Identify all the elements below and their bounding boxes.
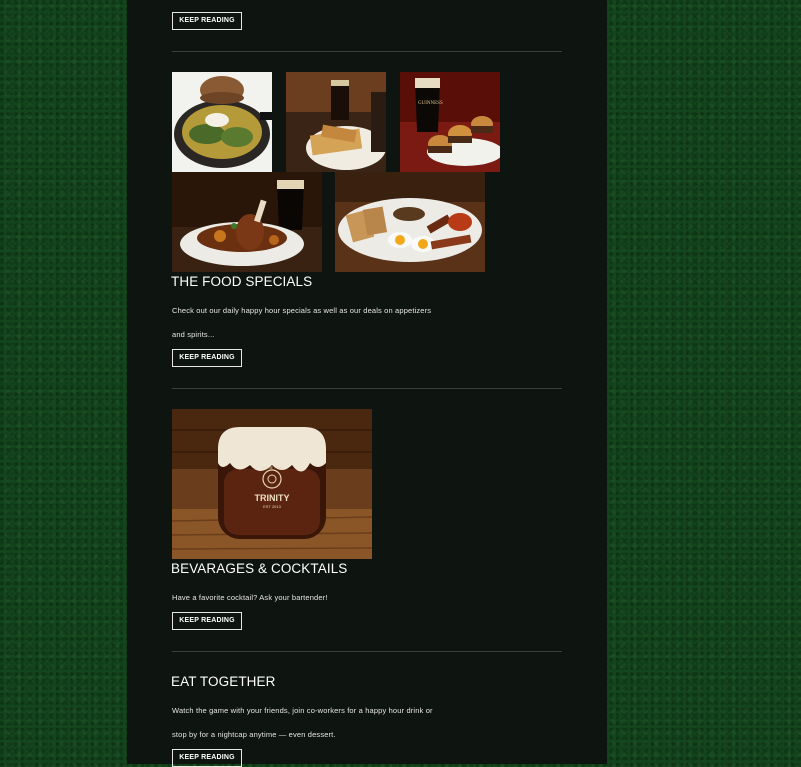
keep-reading-button-beverages[interactable]: KEEP READING — [172, 612, 242, 630]
trinity-beer-icon-photo[interactable]: HOME PUB TRINITY EST 2013 — [172, 409, 372, 559]
keep-reading-button-previous[interactable]: KEEP READING — [172, 12, 242, 30]
content-column: KEEP READING GUINNESS THE FOOD SPECIALS … — [127, 0, 607, 767]
lamb-shank-photo[interactable] — [172, 172, 322, 272]
eat-together-description-line-1: Watch the game with your friends, join c… — [172, 706, 433, 715]
section-divider — [172, 388, 562, 389]
food-specials-description-line-2: and spirits... — [172, 330, 215, 339]
beverages-description: Have a favorite cocktail? Ask your barte… — [172, 593, 328, 602]
eat-together-description-line-2: stop by for a nightcap anytime — even de… — [172, 730, 336, 739]
section-divider — [172, 651, 562, 652]
trinity-sign-main-text: TRINITY — [255, 493, 290, 503]
trinity-sign-bottom-text: EST 2013 — [263, 504, 281, 509]
irish-breakfast-photo[interactable] — [335, 172, 485, 272]
fries-and-stout-photo[interactable] — [286, 72, 386, 172]
section-divider — [172, 51, 562, 52]
beverages-title: BEVARAGES & COCKTAILS — [171, 561, 348, 576]
keep-reading-button-eat-together[interactable]: KEEP READING — [172, 749, 242, 767]
food-specials-title: THE FOOD SPECIALS — [171, 274, 313, 289]
trinity-sign-top-text: HOME PUB — [261, 465, 283, 470]
keep-reading-button-food-specials[interactable]: KEEP READING — [172, 349, 242, 367]
svg-text:GUINNESS: GUINNESS — [418, 101, 443, 106]
eat-together-title: EAT TOGETHER — [171, 674, 276, 689]
food-specials-description-line-1: Check out our daily happy hour specials … — [172, 306, 432, 315]
sliders-and-guinness-photo[interactable]: GUINNESS — [400, 72, 500, 172]
skillet-eggs-photo[interactable] — [172, 72, 272, 172]
